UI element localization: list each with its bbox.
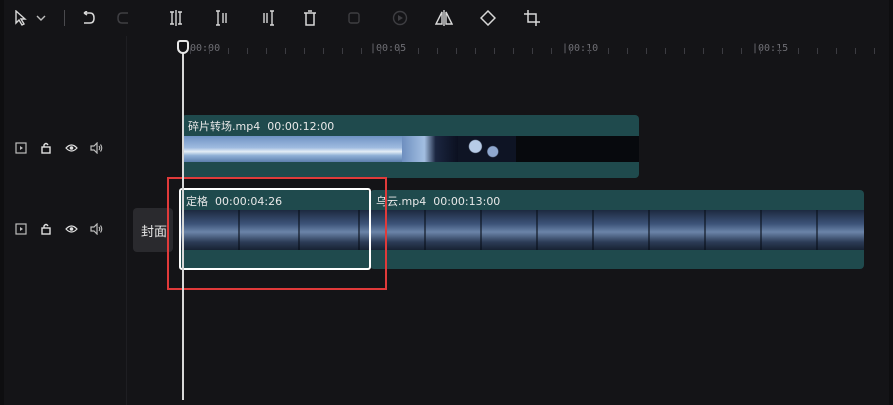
ruler-tick xyxy=(722,48,723,54)
audio-icon[interactable] xyxy=(89,222,103,236)
ruler-tick xyxy=(513,48,514,54)
ruler-tick xyxy=(570,48,571,54)
split-icon[interactable] xyxy=(166,8,186,28)
ruler-tick xyxy=(247,48,248,54)
thumbnail xyxy=(182,136,402,162)
clip-thumbnails xyxy=(370,210,864,250)
ruler-tick xyxy=(285,48,286,54)
preview-icon[interactable] xyxy=(14,141,28,155)
ruler-tick xyxy=(855,48,856,54)
redo-icon[interactable] xyxy=(114,8,134,28)
ruler-label: |00:05 xyxy=(370,43,407,54)
ruler-tick xyxy=(437,48,438,54)
ruler-tick xyxy=(551,48,552,54)
ruler-tick xyxy=(323,48,324,54)
ruler-tick xyxy=(190,48,191,54)
playhead-handle[interactable] xyxy=(177,40,189,54)
ruler-tick xyxy=(304,48,305,54)
annotation-highlight-box xyxy=(167,177,387,290)
delete-icon[interactable] xyxy=(300,8,320,28)
clip-thumbnails xyxy=(182,136,639,162)
lock-icon[interactable] xyxy=(39,222,53,236)
ruler-tick xyxy=(646,48,647,54)
ruler-tick xyxy=(779,48,780,54)
ruler-tick xyxy=(703,48,704,54)
freeze-frame-icon[interactable] xyxy=(344,8,364,28)
ruler-label: |00:15 xyxy=(752,43,789,54)
crop-icon[interactable] xyxy=(522,8,542,28)
ruler-label: 00:00 xyxy=(190,43,221,54)
ruler-tick xyxy=(874,48,875,54)
ruler-tick xyxy=(342,48,343,54)
playhead-line[interactable] xyxy=(182,40,184,400)
clip-title: 碎片转场.mp4 00:00:12:00 xyxy=(188,118,334,134)
thumbnail xyxy=(458,136,516,162)
reverse-icon[interactable] xyxy=(390,8,410,28)
ruler-tick xyxy=(380,48,381,54)
ruler-tick xyxy=(798,48,799,54)
visibility-icon[interactable] xyxy=(64,141,78,155)
track-controls-panel xyxy=(4,36,127,405)
ruler-tick xyxy=(684,48,685,54)
ruler-label: |00:10 xyxy=(562,43,599,54)
clip-title: 乌云.mp4 00:00:13:00 xyxy=(376,193,500,209)
ruler-tick xyxy=(399,48,400,54)
track-2-controls xyxy=(14,222,103,236)
thumbnail xyxy=(402,136,458,162)
rotate-icon[interactable] xyxy=(478,8,498,28)
ruler-tick xyxy=(608,48,609,54)
ruler-tick xyxy=(760,48,761,54)
audio-icon[interactable] xyxy=(89,141,103,155)
ruler-tick xyxy=(532,48,533,54)
ruler-tick xyxy=(836,48,837,54)
ruler-tick xyxy=(475,48,476,54)
split-left-icon[interactable] xyxy=(212,8,232,28)
select-tool-icon[interactable] xyxy=(12,8,30,28)
ruler-tick xyxy=(228,48,229,54)
clip-duration: 00:00:13:00 xyxy=(433,195,501,208)
visibility-icon[interactable] xyxy=(64,222,78,236)
clip-duration: 00:00:12:00 xyxy=(267,120,335,133)
ruler-tick xyxy=(741,48,742,54)
ruler-tick xyxy=(266,48,267,54)
clip-name: 碎片转场.mp4 xyxy=(188,120,261,133)
ruler-tick xyxy=(361,48,362,54)
ruler-tick xyxy=(665,48,666,54)
ruler-tick xyxy=(418,48,419,54)
ruler-tick xyxy=(209,48,210,54)
toolbar-divider xyxy=(64,10,65,26)
timeline-panel: 00:00 |00:05 |00:10 |00:15 封面 碎片转场.mp4 0… xyxy=(4,0,889,405)
mirror-icon[interactable] xyxy=(434,8,454,28)
thumbnail xyxy=(370,210,864,250)
preview-icon[interactable] xyxy=(14,222,28,236)
thumbnail xyxy=(516,136,639,162)
video-clip[interactable]: 碎片转场.mp4 00:00:12:00 xyxy=(182,115,639,178)
lock-icon[interactable] xyxy=(39,141,53,155)
cover-label: 封面 xyxy=(141,224,168,240)
timeline-toolbar xyxy=(4,0,889,36)
ruler-tick xyxy=(817,48,818,54)
ruler-tick xyxy=(589,48,590,54)
video-clip[interactable]: 乌云.mp4 00:00:13:00 xyxy=(370,190,864,269)
undo-icon[interactable] xyxy=(78,8,98,28)
ruler-tick xyxy=(456,48,457,54)
ruler-tick xyxy=(494,48,495,54)
split-right-icon[interactable] xyxy=(258,8,278,28)
track-1-controls xyxy=(14,141,103,155)
dropdown-chevron-icon[interactable] xyxy=(34,8,48,28)
ruler-tick xyxy=(627,48,628,54)
